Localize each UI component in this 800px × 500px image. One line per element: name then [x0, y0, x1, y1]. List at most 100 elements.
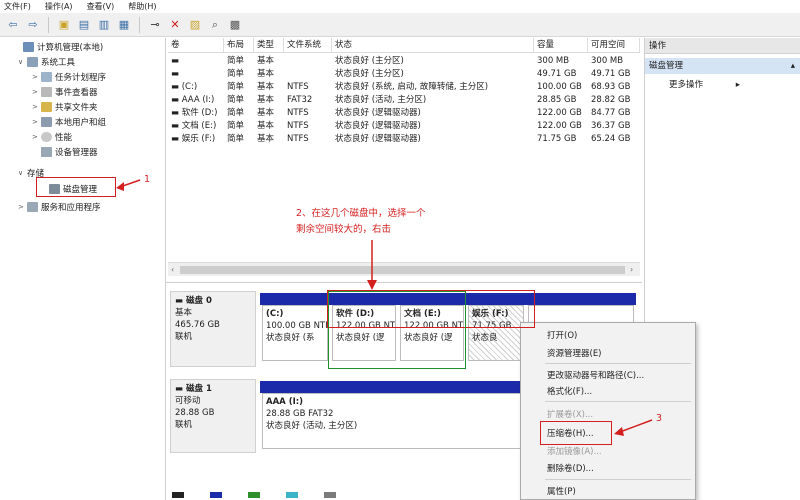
column-header-volume[interactable]: 卷	[168, 38, 224, 53]
menu-item-delete-volume[interactable]: 删除卷(D)...	[547, 462, 594, 474]
menu-view[interactable]: 查看(V)	[87, 1, 115, 12]
tree-item-computer-management[interactable]: 计算机管理(本地)	[14, 40, 103, 54]
table-cell	[284, 68, 332, 81]
scroll-right-icon[interactable]: ›	[630, 263, 633, 277]
annotation-step-2-line-1: 2、在这几个磁盘中，选择一个	[296, 208, 426, 219]
tree-item-system-tools[interactable]: ∨ 系统工具	[18, 55, 75, 69]
tree-item-services-applications[interactable]: > 服务和应用程序	[18, 200, 101, 214]
table-cell-volume: ▬ (C:)	[168, 81, 224, 94]
tree-expander[interactable]: >	[32, 133, 41, 141]
column-header-layout[interactable]: 布局	[224, 38, 254, 53]
tree-item-local-users-groups[interactable]: > 本地用户和组	[32, 115, 106, 129]
column-header-free-space[interactable]: 可用空间	[588, 38, 640, 53]
menu-item-explorer[interactable]: 资源管理器(E)	[547, 347, 602, 359]
column-header-type[interactable]: 类型	[254, 38, 284, 53]
annotation-step-3: 3	[656, 413, 663, 424]
connect-icon[interactable]: ⊸	[148, 18, 162, 32]
tree-expander[interactable]: >	[32, 103, 41, 111]
tree-expander[interactable]: >	[32, 88, 41, 96]
tree-expander[interactable]: ∨	[18, 169, 27, 177]
properties-icon[interactable]: ▥	[97, 18, 111, 32]
tree-expander[interactable]: >	[18, 203, 27, 211]
column-header-filesystem[interactable]: 文件系统	[284, 38, 332, 53]
partition-name: (C:)	[266, 309, 284, 319]
partition-status: 状态良	[472, 333, 498, 343]
up-icon[interactable]: ▣	[57, 18, 71, 32]
menu-file[interactable]: 文件(F)	[4, 1, 31, 12]
console-tree-icon[interactable]: ▤	[77, 18, 91, 32]
menu-action[interactable]: 操作(A)	[45, 1, 73, 12]
horizontal-scrollbar[interactable]: ‹ ›	[168, 262, 640, 276]
table-row[interactable]: ▬ AAA (I:) 简单 基本 FAT32 状态良好 (活动, 主分区) 28.85 G…	[168, 94, 640, 107]
scrollbar-thumb[interactable]	[180, 266, 625, 274]
tree-item-event-viewer[interactable]: > 事件查看器	[32, 85, 98, 99]
table-cell-volume: ▬ 娱乐 (F:)	[168, 133, 224, 146]
toolbar-separator	[139, 16, 140, 33]
volume-icon: ▬	[171, 121, 182, 131]
help-icon[interactable]: ▦	[117, 18, 131, 32]
tree-item-task-scheduler[interactable]: > 任务计划程序	[32, 70, 106, 84]
actions-section-disk-management[interactable]: 磁盘管理 ▴	[645, 58, 800, 74]
delete-icon[interactable]: ✕	[168, 18, 182, 32]
tree-expander[interactable]: ∨	[18, 58, 27, 66]
back-icon[interactable]: ⇦	[6, 18, 20, 32]
table-cell: 28.82 GB	[591, 95, 631, 105]
disk-0-label[interactable]: ▬ 磁盘 0 基本 465.76 GB 联机	[170, 291, 256, 367]
tree-item-performance[interactable]: > 性能	[32, 130, 72, 144]
legend-swatch	[210, 492, 222, 498]
disk-status: 联机	[175, 420, 193, 430]
table-cell: 100.00 GB	[537, 82, 582, 92]
table-row[interactable]: ▬ 娱乐 (F:) 简单 基本 NTFS 状态良好 (逻辑驱动器) 71.75 GB 65.…	[168, 133, 640, 146]
tree-item-label: 任务计划程序	[55, 73, 107, 83]
partition-c[interactable]: (C:) 100.00 GB NTFS 状态良好 (系	[262, 305, 328, 361]
table-cell: 49.71 GB	[591, 69, 631, 79]
menu-help[interactable]: 帮助(H)	[128, 1, 156, 12]
menu-item-extend-volume: 扩展卷(X)...	[547, 410, 594, 420]
table-cell: 基本	[257, 56, 275, 66]
table-row[interactable]: ▬ 软件 (D:) 简单 基本 NTFS 状态良好 (逻辑驱动器) 122.00 GB 84…	[168, 107, 640, 120]
table-row[interactable]: ▬ 简单 基本 状态良好 (主分区) 49.71 GB 49.71 GB	[168, 68, 640, 81]
disk-type: 基本	[175, 308, 193, 318]
menu-item-open[interactable]: 打开(O)	[547, 329, 577, 341]
column-header-status[interactable]: 状态	[332, 38, 534, 53]
disk-size: 465.76 GB	[175, 320, 220, 330]
format-icon[interactable]: ▩	[228, 18, 242, 32]
table-row[interactable]: ▬ (C:) 简单 基本 NTFS 状态良好 (系统, 启动, 故障转储, 主分区) 10…	[168, 81, 640, 94]
tree-expander[interactable]: >	[32, 118, 41, 126]
tree-item-shared-folders[interactable]: > 共享文件夹	[32, 100, 98, 114]
table-cell: 简单	[227, 69, 245, 79]
volume-icon: ▬	[171, 56, 180, 66]
more-actions-link[interactable]: 更多操作 ▸	[669, 78, 740, 90]
table-cell: 84.77 GB	[591, 108, 631, 118]
volume-icon: ▬	[171, 82, 182, 92]
disk-name: 磁盘 0	[186, 296, 212, 306]
legend-swatch	[248, 492, 260, 498]
menu-separator	[545, 479, 691, 480]
table-cell: 简单	[227, 108, 245, 118]
menu-item-properties[interactable]: 属性(P)	[547, 485, 576, 497]
table-cell: 简单	[227, 134, 245, 144]
table-row[interactable]: ▬ 文档 (E:) 简单 基本 NTFS 状态良好 (逻辑驱动器) 122.00 GB 36…	[168, 120, 640, 133]
search-icon[interactable]: ⌕	[208, 18, 222, 32]
forward-icon[interactable]: ⇨	[26, 18, 40, 32]
table-cell: 状态良好 (活动, 主分区)	[335, 95, 427, 105]
volume-icon: ▬	[171, 69, 180, 79]
disk-1-label[interactable]: ▬ 磁盘 1 可移动 28.88 GB 联机	[170, 379, 256, 453]
scroll-left-icon[interactable]: ‹	[171, 263, 174, 277]
table-cell: FAT32	[287, 95, 313, 105]
table-row[interactable]: ▬ 简单 基本 状态良好 (主分区) 300 MB 300 MB	[168, 55, 640, 68]
tree-item-device-manager[interactable]: 设备管理器	[32, 145, 98, 159]
table-cell-volume: ▬ AAA (I:)	[168, 94, 224, 107]
open-icon[interactable]: ▨	[188, 18, 202, 32]
disk-name: 磁盘 1	[186, 384, 212, 394]
column-header-capacity[interactable]: 容量	[534, 38, 588, 53]
table-cell: AAA (I:)	[181, 95, 215, 105]
volume-icon: ▬	[171, 95, 182, 105]
annotation-box-shrink-volume	[540, 421, 612, 445]
console-tree: 计算机管理(本地) ∨ 系统工具 > 任务计划程序 > 事件查看器 > 共享文件…	[14, 38, 166, 500]
menu-item-change-drive-letter[interactable]: 更改驱动器号和路径(C)...	[547, 369, 644, 381]
tree-expander[interactable]: >	[32, 73, 41, 81]
table-cell: (C:)	[181, 82, 198, 92]
menu-item-format[interactable]: 格式化(F)...	[547, 385, 592, 397]
collapse-icon[interactable]: ▴	[791, 58, 795, 74]
